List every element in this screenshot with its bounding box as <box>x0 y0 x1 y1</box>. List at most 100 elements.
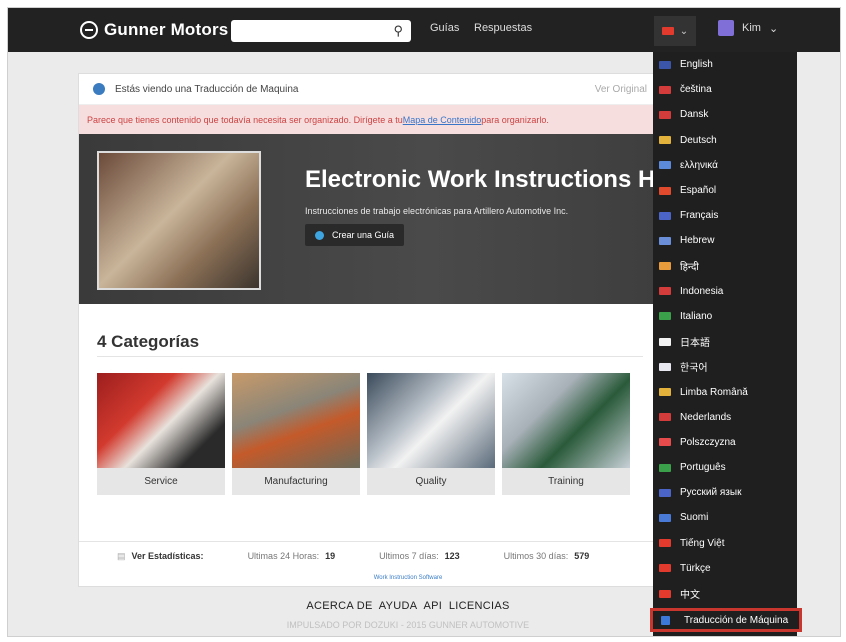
language-option[interactable]: Español <box>653 178 797 203</box>
category-card-quality[interactable]: Quality <box>367 373 495 495</box>
flag-icon <box>659 337 671 346</box>
search-icon[interactable]: ⚲ <box>393 23 403 39</box>
language-label: Suomi <box>680 512 709 524</box>
gunner-logo-icon <box>80 21 98 39</box>
language-selector-button[interactable]: ⌄ <box>654 16 696 46</box>
spanish-flag-icon <box>661 27 674 35</box>
language-option[interactable]: Nederlands <box>653 405 797 430</box>
footer-link-api[interactable]: API <box>423 600 442 612</box>
language-option[interactable]: Dansk <box>653 102 797 127</box>
language-label: Limba Română <box>680 386 748 398</box>
language-option[interactable]: 한국어 <box>653 354 797 379</box>
language-option[interactable]: Limba Română <box>653 379 797 404</box>
language-label: English <box>680 59 713 71</box>
language-option[interactable]: čeština <box>653 77 797 102</box>
category-card-service[interactable]: Service <box>97 373 225 495</box>
statistics-bar: ▤ Ver Estadísticas: Ultimas 24 Horas: 19… <box>79 541 661 570</box>
language-option[interactable]: Tiếng Việt <box>653 531 797 556</box>
user-menu[interactable]: Kim ⌄ <box>718 20 778 36</box>
brand-logo[interactable]: Gunner Motors <box>80 18 228 42</box>
flag-icon <box>659 388 671 397</box>
content-map-link[interactable]: Mapa de Contenido <box>403 115 482 125</box>
category-image <box>232 373 360 468</box>
machine-translation-toggle[interactable]: Traducción de Máquina <box>650 608 802 632</box>
language-label: Indonesia <box>680 285 724 297</box>
language-option[interactable]: Deutsch <box>653 128 797 153</box>
language-label: Русский язык <box>680 487 742 499</box>
category-card-manufacturing[interactable]: Manufacturing <box>232 373 360 495</box>
flag-icon <box>659 186 671 195</box>
nav-link-answers[interactable]: Respuestas <box>474 22 532 34</box>
language-option[interactable]: Hebrew <box>653 228 797 253</box>
language-option[interactable]: हिन्दी <box>653 254 797 279</box>
language-label: 中文 <box>680 590 700 602</box>
language-label: Italiano <box>680 310 713 322</box>
flag-icon <box>659 262 671 271</box>
divider <box>97 356 643 357</box>
flag-icon <box>659 211 671 220</box>
flag-icon <box>659 362 671 371</box>
flag-icon <box>659 136 671 145</box>
language-option[interactable]: Türkçe <box>653 556 797 581</box>
language-option[interactable]: Italiano <box>653 304 797 329</box>
language-label: Tiếng Việt <box>680 537 725 549</box>
stats-7d-label: Ultimos 7 días: <box>379 551 439 561</box>
flag-icon <box>659 513 671 522</box>
language-label: Türkçe <box>680 562 711 574</box>
browser-viewport: Gunner Motors ⚲ Guías Respuestas ⌄ Kim ⌄… <box>7 7 841 637</box>
stats-24h-value: 19 <box>325 551 336 561</box>
language-label: Nederlands <box>680 411 732 423</box>
language-label: Polszczyzna <box>680 436 736 448</box>
main-content: Estás viendo una Traducción de Maquina V… <box>78 73 662 587</box>
view-original-link[interactable]: Ver Original <box>595 84 647 95</box>
language-option[interactable]: Polszczyzna <box>653 430 797 455</box>
flag-icon <box>659 463 671 472</box>
language-label: Français <box>680 210 719 222</box>
footer-link-about[interactable]: ACERCA DE <box>306 600 372 612</box>
flag-icon <box>659 589 671 598</box>
flag-icon <box>659 287 671 296</box>
language-option[interactable]: Français <box>653 203 797 228</box>
translation-notice-bar: Estás viendo una Traducción de Maquina V… <box>79 74 661 105</box>
stats-30d-label: Ultimos 30 días: <box>503 551 569 561</box>
nav-link-guides[interactable]: Guías <box>430 22 459 34</box>
language-option[interactable]: ελληνικά <box>653 153 797 178</box>
top-navbar: Gunner Motors ⚲ Guías Respuestas ⌄ Kim ⌄ <box>8 8 840 52</box>
categories-heading: 4 Categorías <box>97 332 200 351</box>
hero-banner: Electronic Work Instructions H Instrucci… <box>79 134 661 304</box>
language-label: Deutsch <box>680 134 717 146</box>
warning-text-after: para organizarlo. <box>481 114 549 125</box>
language-label: ελληνικά <box>680 159 718 171</box>
hero-title: Electronic Work Instructions H <box>305 166 656 193</box>
flag-icon <box>659 488 671 497</box>
user-name: Kim <box>742 22 761 34</box>
footer-link-help[interactable]: AYUDA <box>379 600 418 612</box>
flag-icon <box>659 413 671 422</box>
translation-notice-text: Estás viendo una Traducción de Maquina <box>115 83 299 95</box>
language-option[interactable]: English <box>653 52 797 77</box>
language-label: हिन्दी <box>680 262 699 274</box>
flag-icon <box>659 85 671 94</box>
language-label: Hebrew <box>680 235 715 247</box>
footer-link-licenses[interactable]: LICENCIAS <box>449 600 510 612</box>
language-option[interactable]: Suomi <box>653 505 797 530</box>
flag-icon <box>659 60 671 69</box>
language-option[interactable]: Indonesia <box>653 279 797 304</box>
flag-icon <box>659 438 671 447</box>
category-image <box>502 373 630 468</box>
warning-text-before: Parece que tienes contenido que todavía … <box>87 114 403 125</box>
language-option[interactable]: 日本語 <box>653 329 797 354</box>
search-input[interactable]: ⚲ <box>231 20 411 42</box>
globe-icon <box>93 83 105 95</box>
stats-24h-label: Ultimas 24 Horas: <box>247 551 320 561</box>
language-option[interactable]: Русский язык <box>653 480 797 505</box>
language-option[interactable]: Português <box>653 455 797 480</box>
language-option[interactable]: 中文 <box>653 581 797 606</box>
view-stats-link[interactable]: Ver Estadísticas: <box>132 551 204 561</box>
category-label: Training <box>548 476 584 487</box>
stats-30d-value: 579 <box>574 551 590 561</box>
create-guide-button[interactable]: Crear una Guía <box>305 224 405 246</box>
language-label: 한국어 <box>680 363 708 375</box>
flag-icon <box>659 110 671 119</box>
category-card-training[interactable]: Training <box>502 373 630 495</box>
